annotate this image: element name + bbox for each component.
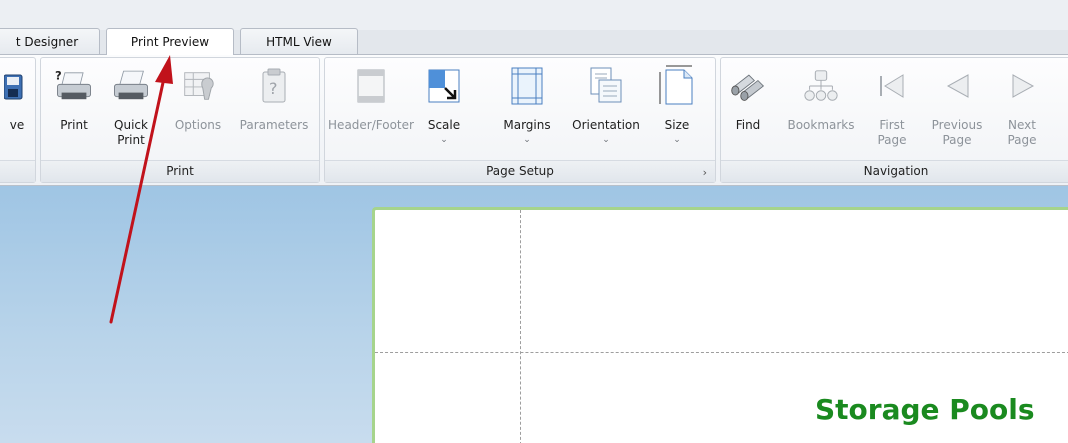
scale-dropdown-icon: ⌄: [440, 135, 448, 145]
ribbon: ve ? Print Quick Print Options ? Paramet…: [0, 55, 1068, 186]
scale-icon: [425, 66, 463, 106]
size-dropdown-icon: ⌄: [673, 135, 681, 145]
parameters-button[interactable]: ? Parameters: [233, 58, 315, 158]
document-page[interactable]: Storage Pools: [372, 207, 1068, 443]
orientation-button-label: Orientation: [572, 118, 640, 132]
bookmarks-button[interactable]: Bookmarks: [785, 58, 857, 158]
options-button[interactable]: Options: [165, 58, 231, 158]
svg-text:?: ?: [55, 68, 62, 82]
first-page-icon: [873, 66, 911, 106]
header-footer-icon: [352, 66, 390, 106]
save-icon: [0, 66, 36, 106]
bookmarks-icon: [802, 66, 840, 106]
navigation-group-label: Navigation: [721, 160, 1068, 182]
ribbon-group-navigation: Find Bookmarks First Page Previous Page …: [720, 57, 1068, 183]
tab-strip: t Designer Print Preview HTML View: [0, 0, 1068, 55]
margins-icon: [508, 66, 546, 106]
parameters-icon: ?: [255, 66, 293, 106]
previous-page-button[interactable]: Previous Page: [929, 58, 985, 158]
ribbon-group-partial: ve: [0, 57, 36, 183]
ribbon-group-page-setup: Header/Footer Scale ⌄ Margins ⌄ Orientat…: [324, 57, 716, 183]
size-button-label: Size: [664, 118, 690, 132]
margin-guide-horizontal: [375, 352, 1068, 353]
previous-page-icon: [938, 66, 976, 106]
ribbon-group-print: ? Print Quick Print Options ? Parameters…: [40, 57, 320, 183]
parameters-button-label: Parameters: [239, 118, 309, 132]
orientation-button[interactable]: Orientation ⌄: [565, 58, 647, 158]
margins-button[interactable]: Margins ⌄: [499, 58, 555, 158]
header-footer-button-label: Header/Footer: [328, 118, 414, 132]
save-button[interactable]: ve: [1, 58, 33, 158]
page-setup-launcher-icon[interactable]: ›: [703, 166, 707, 179]
report-title: Storage Pools: [815, 393, 1035, 426]
print-group-label: Print: [41, 160, 319, 182]
first-page-button-label: First Page: [877, 118, 907, 147]
find-button[interactable]: Find: [725, 58, 771, 158]
tab-print-preview[interactable]: Print Preview: [106, 28, 234, 55]
header-footer-button[interactable]: Header/Footer: [325, 58, 417, 158]
tab-label: HTML View: [266, 34, 332, 49]
margins-dropdown-icon: ⌄: [523, 135, 531, 145]
printer-help-icon: ?: [55, 66, 93, 106]
orientation-dropdown-icon: ⌄: [602, 135, 610, 145]
print-button-label: Print: [60, 118, 88, 132]
next-page-button-label: Next Page: [1007, 118, 1037, 147]
quick-print-icon: [112, 66, 150, 106]
bookmarks-button-label: Bookmarks: [787, 118, 855, 132]
quick-print-button[interactable]: Quick Print: [103, 58, 159, 158]
first-page-button[interactable]: First Page: [869, 58, 915, 158]
svg-text:?: ?: [269, 79, 278, 98]
next-page-icon: [1003, 66, 1041, 106]
previous-page-button-label: Previous Page: [931, 118, 983, 147]
quick-print-button-label: Quick Print: [114, 118, 148, 147]
binoculars-icon: [729, 66, 767, 106]
page-setup-group-label: Page Setup: [325, 160, 715, 182]
margin-guide-vertical: [520, 210, 521, 443]
size-icon: [658, 65, 696, 106]
size-button[interactable]: Size ⌄: [655, 58, 699, 158]
tab-label: Print Preview: [130, 35, 210, 49]
print-button[interactable]: ? Print: [47, 58, 101, 158]
orientation-icon: [587, 66, 625, 106]
save-button-label: ve: [9, 118, 25, 132]
options-button-label: Options: [174, 118, 222, 132]
tab-label: t Designer: [15, 34, 79, 49]
find-button-label: Find: [735, 118, 761, 132]
scale-button-label: Scale: [427, 118, 461, 132]
margins-button-label: Margins: [503, 118, 551, 132]
scale-button[interactable]: Scale ⌄: [421, 58, 467, 158]
next-page-button[interactable]: Next Page: [999, 58, 1045, 158]
tab-report-designer[interactable]: t Designer: [0, 28, 100, 54]
group-label: [0, 160, 35, 182]
tab-html-view[interactable]: HTML View: [240, 28, 358, 54]
options-icon: [179, 66, 217, 106]
